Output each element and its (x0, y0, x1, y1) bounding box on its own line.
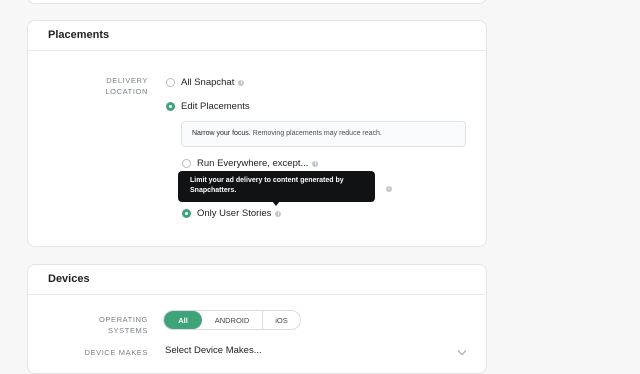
operating-systems-label: OPERATING SYSTEMS (98, 315, 148, 335)
device-makes-select[interactable]: Select Device Makes... (165, 345, 467, 356)
devices-title: Devices (28, 265, 486, 295)
device-makes-label: DEVICE MAKES (84, 348, 148, 357)
delivery-location-label: DELIVERY LOCATION (105, 76, 148, 96)
devices-card: Devices OPERATING SYSTEMS All ANDROID iO… (27, 264, 487, 374)
radio-run-everywhere[interactable]: Run Everywhere, except... i (182, 158, 319, 169)
os-toggle-group: All ANDROID iOS (163, 310, 301, 330)
placements-note: Narrow your focus. Removing placements m… (181, 121, 466, 147)
radio-circle[interactable] (166, 78, 175, 87)
radio-all-snapchat[interactable]: All Snapchat i (166, 77, 245, 88)
os-ios-button[interactable]: iOS (263, 311, 300, 329)
info-icon[interactable]: i (312, 160, 319, 167)
radio-edit-placements[interactable]: Edit Placements (166, 101, 250, 112)
info-icon[interactable]: i (386, 186, 392, 192)
tooltip: Limit your ad delivery to content genera… (178, 171, 375, 202)
tooltip-arrow (272, 201, 280, 206)
radio-circle-checked[interactable] (182, 209, 191, 218)
radio-only-user-stories[interactable]: Only User Stories i (182, 208, 282, 219)
info-icon[interactable]: i (238, 79, 245, 86)
placements-title: Placements (28, 21, 486, 51)
previous-card (27, 0, 487, 4)
os-android-button[interactable]: ANDROID (202, 311, 263, 329)
radio-circle[interactable] (182, 159, 191, 168)
info-icon[interactable]: i (275, 210, 282, 217)
radio-circle-checked[interactable] (166, 102, 175, 111)
chevron-down-icon (457, 346, 467, 356)
os-all-button[interactable]: All (164, 311, 202, 329)
placements-card: Placements DELIVERY LOCATION All Snapcha… (27, 20, 487, 247)
